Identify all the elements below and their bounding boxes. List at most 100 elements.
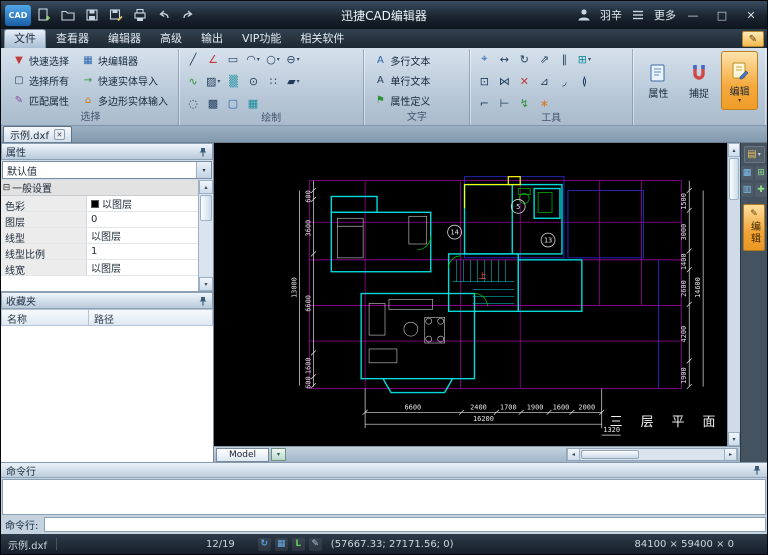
blocks-panel-icon[interactable]: ▦: [741, 166, 753, 180]
quick-edit-button[interactable]: ✎: [742, 31, 764, 47]
horizontal-scrollbar[interactable]: ◂ ▸: [566, 448, 738, 461]
regen-icon[interactable]: ↻: [258, 538, 271, 551]
property-value[interactable]: 以图层: [87, 194, 198, 213]
draw-table-button[interactable]: ▦: [244, 94, 262, 112]
draw-point-button[interactable]: ∷: [264, 72, 282, 90]
new-item-icon[interactable]: ✚: [755, 183, 767, 197]
quick-select-button[interactable]: ▼快速选择: [8, 51, 73, 70]
scrollbar-thumb[interactable]: [581, 450, 639, 459]
attribute-definition-button[interactable]: ⚑属性定义: [369, 91, 434, 110]
redo-button[interactable]: [177, 5, 199, 26]
extend-button[interactable]: ⊢: [495, 94, 513, 112]
properties-panel-button[interactable]: 属性: [640, 51, 677, 110]
user-avatar-icon[interactable]: [573, 5, 595, 26]
singleline-text-button[interactable]: A单行文本: [369, 71, 434, 90]
draw-boundary-button[interactable]: ▢: [224, 94, 242, 112]
add-panel-icon[interactable]: ⊞: [755, 166, 767, 180]
rotate-button[interactable]: ↻: [515, 50, 533, 68]
property-value[interactable]: 1: [87, 244, 198, 259]
save-as-button[interactable]: [105, 5, 127, 26]
property-value[interactable]: 以图层: [87, 258, 198, 277]
model-tab[interactable]: Model: [216, 448, 269, 462]
layout-dropdown-icon[interactable]: ▾: [271, 448, 286, 461]
draw-hatch-button[interactable]: ▨▾: [204, 72, 222, 90]
property-value[interactable]: 0: [87, 212, 198, 227]
dock-tab-edit[interactable]: ✎ 编辑: [743, 204, 765, 251]
draw-donut-button[interactable]: ⊙: [244, 72, 262, 90]
annotate-icon[interactable]: ✎: [309, 538, 322, 551]
favorites-column-name[interactable]: 名称: [1, 309, 89, 326]
scroll-down-icon[interactable]: ▾: [199, 277, 213, 291]
property-grid-scrollbar[interactable]: ▴ ▾: [198, 180, 213, 291]
draw-ellipse-button[interactable]: ⊖▾: [284, 50, 302, 68]
menu-hamburger-icon[interactable]: [627, 5, 649, 26]
vertical-scrollbar[interactable]: ▴ ▾: [727, 143, 740, 446]
command-history[interactable]: [2, 479, 766, 515]
scroll-up-icon[interactable]: ▴: [728, 143, 740, 157]
favorites-list[interactable]: [1, 326, 213, 462]
scale-button[interactable]: ⇗: [535, 50, 553, 68]
tab-output[interactable]: 输出: [192, 30, 232, 48]
draw-wipeout-button[interactable]: ▰▾: [284, 72, 302, 90]
document-tab-close-icon[interactable]: ✕: [54, 129, 65, 140]
print-button[interactable]: [129, 5, 151, 26]
erase-button[interactable]: ✕: [515, 72, 533, 90]
draw-region-button[interactable]: ▩: [204, 94, 222, 112]
new-file-button[interactable]: [33, 5, 55, 26]
draw-polyline-button[interactable]: ∠: [204, 50, 222, 68]
move-button[interactable]: ↔: [495, 50, 513, 68]
pin-icon[interactable]: [197, 295, 208, 306]
offset-button[interactable]: ∥: [555, 50, 573, 68]
scroll-right-icon[interactable]: ▸: [724, 449, 737, 460]
chamfer-button[interactable]: ⊿: [535, 72, 553, 90]
save-button[interactable]: [81, 5, 103, 26]
scroll-down-icon[interactable]: ▾: [728, 432, 740, 446]
measure-button[interactable]: ⌖: [475, 50, 493, 68]
scroll-left-icon[interactable]: ◂: [567, 449, 580, 460]
user-name[interactable]: 羽辛: [600, 7, 622, 23]
tab-file[interactable]: 文件: [4, 29, 46, 48]
minimize-button[interactable]: —: [681, 5, 705, 25]
pin-icon[interactable]: [751, 465, 762, 476]
block-editor-button[interactable]: ▦块编辑器: [77, 51, 172, 70]
tab-viewer[interactable]: 查看器: [47, 30, 98, 48]
tab-advanced[interactable]: 高级: [151, 30, 191, 48]
layers-panel-icon[interactable]: ▥: [741, 183, 753, 197]
command-input[interactable]: [44, 517, 766, 532]
property-value[interactable]: 以图层: [87, 226, 198, 245]
tab-editor[interactable]: 编辑器: [99, 30, 150, 48]
ortho-icon[interactable]: L: [292, 538, 305, 551]
draw-arc-button[interactable]: ◠▾: [244, 50, 262, 68]
undo-button[interactable]: [153, 5, 175, 26]
multiline-text-button[interactable]: A多行文本: [369, 51, 434, 70]
pin-icon[interactable]: [197, 146, 208, 157]
snap-panel-button[interactable]: 捕捉: [681, 51, 718, 110]
dropdown-arrow-icon[interactable]: ▾: [196, 162, 211, 178]
scrollbar-thumb[interactable]: [200, 195, 212, 221]
stretch-button[interactable]: ↯: [515, 94, 533, 112]
floor-plan-drawing[interactable]: 6600 2400 1700 1900 1600 2000 16200 1320…: [214, 143, 727, 446]
draw-spline-button[interactable]: ∿: [184, 72, 202, 90]
copy-button[interactable]: ⊡: [475, 72, 493, 90]
match-properties-button[interactable]: ✎匹配属性: [8, 91, 73, 110]
break-button[interactable]: ≬: [575, 72, 593, 90]
array-button[interactable]: ⊞▾: [575, 50, 593, 68]
draw-line-button[interactable]: ╱: [184, 50, 202, 68]
drawing-viewport[interactable]: 6600 2400 1700 1900 1600 2000 16200 1320…: [214, 143, 727, 446]
trim-button[interactable]: ⌐: [475, 94, 493, 112]
tab-vip[interactable]: VIP功能: [233, 30, 290, 48]
quick-entity-import-button[interactable]: →快速实体导入: [77, 71, 172, 90]
open-file-button[interactable]: [57, 5, 79, 26]
draw-revision-cloud-button[interactable]: ◌: [184, 94, 202, 112]
dock-panel-menu-button[interactable]: ▤ ▾: [744, 146, 765, 163]
scroll-up-icon[interactable]: ▴: [199, 180, 213, 194]
mirror-button[interactable]: ⋈: [495, 72, 513, 90]
collapse-icon[interactable]: ⊟: [1, 183, 12, 193]
select-all-button[interactable]: ▢选择所有: [8, 71, 73, 90]
close-button[interactable]: ✕: [739, 5, 763, 25]
explode-button[interactable]: ∗: [535, 94, 553, 112]
draw-circle-button[interactable]: ○▾: [264, 50, 282, 68]
maximize-button[interactable]: □: [710, 5, 734, 25]
tab-related[interactable]: 相关软件: [291, 30, 353, 48]
more-button[interactable]: 更多: [654, 7, 676, 23]
